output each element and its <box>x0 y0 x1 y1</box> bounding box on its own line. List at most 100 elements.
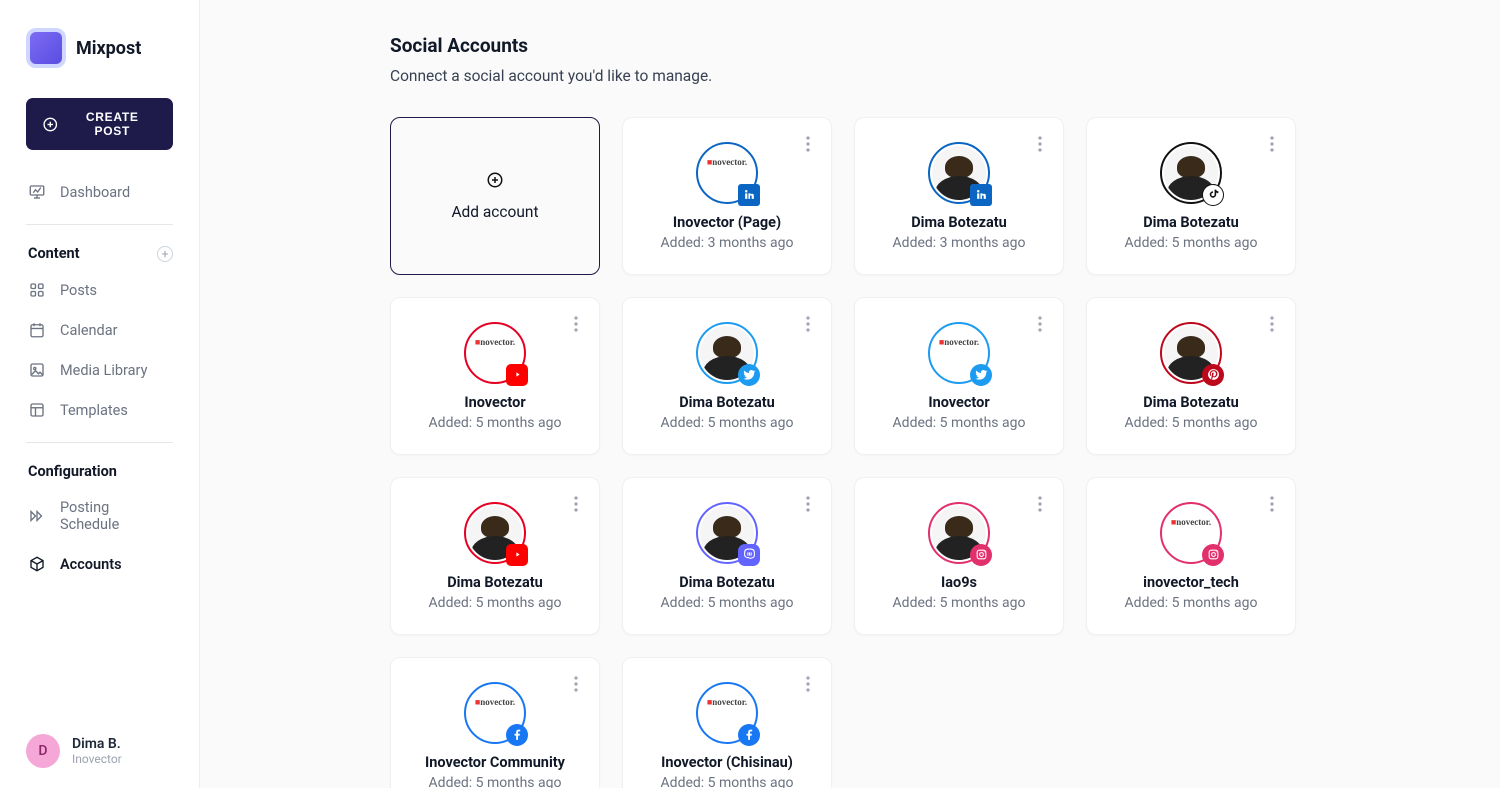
nav-posts[interactable]: Posts <box>12 270 187 310</box>
facebook-icon <box>738 724 760 746</box>
twitter-icon <box>738 364 760 386</box>
instagram-icon <box>1202 544 1224 566</box>
account-avatar: ■novector. <box>1160 502 1222 564</box>
add-account-card[interactable]: Add account <box>390 117 600 275</box>
add-content-button[interactable]: + <box>157 246 173 262</box>
divider <box>26 442 173 443</box>
account-name: Inovector Community <box>425 754 565 771</box>
calendar-icon <box>28 321 46 339</box>
card-menu-button[interactable] <box>1029 130 1051 158</box>
account-added: Added: 5 months ago <box>893 595 1026 611</box>
account-name: Dima Botezatu <box>679 394 775 411</box>
nav-posting-schedule[interactable]: Posting Schedule <box>12 488 187 544</box>
card-menu-button[interactable] <box>565 670 587 698</box>
user-menu[interactable]: D Dima B. Inovector <box>0 734 199 768</box>
dots-vertical-icon <box>1270 316 1274 332</box>
cube-icon <box>28 555 46 573</box>
account-name: Inovector (Page) <box>673 214 781 231</box>
card-menu-button[interactable] <box>565 490 587 518</box>
card-menu-button[interactable] <box>797 130 819 158</box>
account-avatar: ■novector. <box>696 142 758 204</box>
account-added: Added: 5 months ago <box>429 415 562 431</box>
account-name: Dima Botezatu <box>679 574 775 591</box>
dots-vertical-icon <box>574 676 578 692</box>
account-card: Dima Botezatu Added: 5 months ago <box>1086 297 1296 455</box>
image-icon <box>28 361 46 379</box>
tiktok-icon <box>1202 184 1224 206</box>
brand-name: Mixpost <box>76 38 141 59</box>
layout-icon <box>28 401 46 419</box>
dots-vertical-icon <box>1038 136 1042 152</box>
account-added: Added: 5 months ago <box>1125 415 1258 431</box>
user-name: Dima B. <box>72 736 122 752</box>
dots-vertical-icon <box>1038 316 1042 332</box>
page-title: Social Accounts <box>390 34 1500 57</box>
account-name: Iao9s <box>941 574 977 591</box>
dots-vertical-icon <box>806 316 810 332</box>
youtube-icon <box>506 364 528 386</box>
config-section-header: Configuration <box>0 455 199 488</box>
card-menu-button[interactable] <box>1029 310 1051 338</box>
page-subtitle: Connect a social account you'd like to m… <box>390 67 1500 85</box>
account-card: Dima Botezatu Added: 5 months ago <box>622 297 832 455</box>
account-name: Dima Botezatu <box>447 574 543 591</box>
nav-accounts[interactable]: Accounts <box>12 544 187 584</box>
account-card: ■novector. Inovector (Page) Added: 3 month… <box>622 117 832 275</box>
account-avatar: ■novector. <box>696 682 758 744</box>
card-menu-button[interactable] <box>797 490 819 518</box>
account-added: Added: 5 months ago <box>893 415 1026 431</box>
user-org: Inovector <box>72 752 122 766</box>
account-avatar: ■novector. <box>464 682 526 744</box>
accounts-grid: Add account ■novector. Inovector (Page) Ad… <box>390 117 1500 788</box>
youtube-icon <box>506 544 528 566</box>
account-avatar <box>928 502 990 564</box>
card-menu-button[interactable] <box>1261 130 1283 158</box>
account-name: Dima Botezatu <box>1143 394 1239 411</box>
account-added: Added: 5 months ago <box>661 775 794 788</box>
account-card: ■novector. Inovector (Chisinau) Added: 5 m… <box>622 657 832 788</box>
account-avatar <box>928 142 990 204</box>
dots-vertical-icon <box>806 496 810 512</box>
sidebar: Mixpost CREATE POST Dashboard Content + … <box>0 0 200 788</box>
grid-icon <box>28 281 46 299</box>
card-menu-button[interactable] <box>1261 490 1283 518</box>
card-menu-button[interactable] <box>797 670 819 698</box>
create-post-button[interactable]: CREATE POST <box>26 98 173 150</box>
divider <box>26 224 173 225</box>
account-avatar <box>1160 322 1222 384</box>
account-avatar <box>1160 142 1222 204</box>
account-name: Dima Botezatu <box>911 214 1007 231</box>
account-card: Dima Botezatu Added: 5 months ago <box>622 477 832 635</box>
dots-vertical-icon <box>1038 496 1042 512</box>
account-name: Inovector <box>464 394 525 411</box>
account-added: Added: 3 months ago <box>661 235 794 251</box>
dots-vertical-icon <box>1270 136 1274 152</box>
account-added: Added: 5 months ago <box>1125 595 1258 611</box>
account-name: Inovector (Chisinau) <box>661 754 793 771</box>
dots-vertical-icon <box>806 136 810 152</box>
plus-circle-icon <box>486 171 504 189</box>
account-avatar <box>696 322 758 384</box>
presentation-icon <box>28 183 46 201</box>
account-card: ■novector.Inovector CommunityAdded: 5 mo… <box>390 657 600 788</box>
account-added: Added: 5 months ago <box>661 415 794 431</box>
card-menu-button[interactable] <box>1261 310 1283 338</box>
facebook-icon <box>506 724 528 746</box>
card-menu-button[interactable] <box>797 310 819 338</box>
brand-logo <box>26 28 66 68</box>
nav-dashboard[interactable]: Dashboard <box>12 172 187 212</box>
plus-circle-icon <box>42 116 59 133</box>
account-avatar: ■novector. <box>464 322 526 384</box>
card-menu-button[interactable] <box>1029 490 1051 518</box>
account-card: Dima BotezatuAdded: 5 months ago <box>390 477 600 635</box>
account-added: Added: 5 months ago <box>661 595 794 611</box>
account-card: ■novector. Inovector Added: 5 months ago <box>390 297 600 455</box>
forward-icon <box>28 507 46 525</box>
nav-templates[interactable]: Templates <box>12 390 187 430</box>
linkedin-icon <box>970 184 992 206</box>
account-added: Added: 3 months ago <box>893 235 1026 251</box>
nav-calendar[interactable]: Calendar <box>12 310 187 350</box>
account-name: Dima Botezatu <box>1143 214 1239 231</box>
nav-media-library[interactable]: Media Library <box>12 350 187 390</box>
card-menu-button[interactable] <box>565 310 587 338</box>
